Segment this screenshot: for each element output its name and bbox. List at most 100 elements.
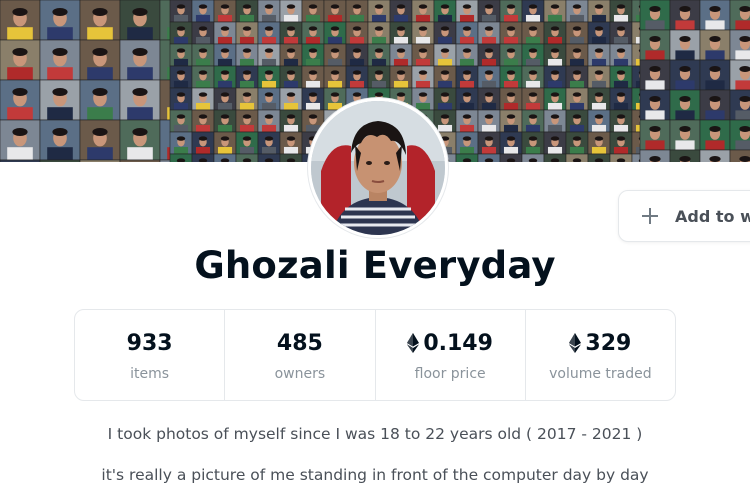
mosaic-photo-tile [191, 65, 215, 89]
mosaic-photo-tile [499, 43, 523, 67]
mosaic-photo-tile [0, 0, 41, 41]
mosaic-photo-tile [609, 131, 633, 155]
stat-value: 933 [127, 328, 173, 358]
mosaic-photo-tile [433, 43, 457, 67]
mosaic-photo-tile [279, 131, 303, 155]
mosaic-photo-tile [477, 87, 501, 111]
mosaic-photo-tile [565, 65, 589, 89]
mosaic-photo-tile [433, 0, 457, 23]
mosaic-photo-tile [587, 131, 611, 155]
add-to-watchlist-button[interactable]: Add to w [618, 190, 750, 242]
mosaic-photo-tile [565, 0, 589, 23]
mosaic-photo-tile [729, 29, 750, 61]
mosaic-photo-tile [279, 109, 303, 133]
collection-stats: 933 items 485 owners 0.149 floor price 3… [74, 309, 676, 401]
mosaic-photo-tile [477, 131, 501, 155]
mosaic-photo-tile [729, 59, 750, 91]
mosaic-photo-tile [521, 43, 545, 67]
mosaic-photo-tile [477, 21, 501, 45]
add-to-watchlist-label: Add to w [675, 206, 750, 226]
mosaic-photo-tile [565, 21, 589, 45]
mosaic-photo-tile [301, 87, 325, 111]
stat-volume-traded[interactable]: 329 volume traded [526, 310, 675, 400]
mosaic-photo-tile [669, 29, 701, 61]
mosaic-photo-tile [543, 21, 567, 45]
mosaic-photo-tile [477, 43, 501, 67]
mosaic-photo-tile [169, 21, 193, 45]
mosaic-photo-tile [257, 43, 281, 67]
mosaic-photo-tile [79, 119, 121, 161]
stat-label: items [130, 366, 170, 382]
mosaic-photo-tile [669, 149, 701, 162]
mosaic-photo-tile [257, 21, 281, 45]
mosaic-photo-tile [543, 131, 567, 155]
mosaic-photo-tile [729, 89, 750, 121]
mosaic-photo-tile [499, 65, 523, 89]
mosaic-photo-tile [669, 0, 701, 31]
stat-floor-price[interactable]: 0.149 floor price [376, 310, 526, 400]
mosaic-photo-tile [433, 21, 457, 45]
mosaic-photo-tile [345, 0, 369, 23]
stat-items[interactable]: 933 items [75, 310, 226, 400]
mosaic-photo-tile [39, 119, 81, 161]
mosaic-photo-tile [565, 43, 589, 67]
mosaic-photo-tile [213, 153, 237, 162]
mosaic-photo-tile [729, 119, 750, 151]
mosaic-photo-tile [587, 0, 611, 23]
mosaic-photo-tile [455, 153, 479, 162]
mosaic-photo-tile [499, 21, 523, 45]
mosaic-photo-tile [609, 109, 633, 133]
stat-label: owners [274, 366, 326, 382]
mosaic-photo-tile [191, 43, 215, 67]
mosaic-photo-tile [477, 0, 501, 23]
mosaic-photo-tile [587, 65, 611, 89]
mosaic-photo-tile [521, 65, 545, 89]
mosaic-photo-tile [729, 149, 750, 162]
mosaic-photo-tile [191, 87, 215, 111]
mosaic-photo-tile [235, 43, 259, 67]
mosaic-photo-tile [587, 153, 611, 162]
collection-avatar[interactable] [308, 98, 448, 238]
mosaic-photo-tile [565, 153, 589, 162]
mosaic-photo-tile [639, 59, 671, 91]
stat-number: 485 [276, 330, 323, 356]
mosaic-photo-tile [79, 159, 121, 162]
mosaic-photo-tile [639, 89, 671, 121]
mosaic-photo-tile [587, 21, 611, 45]
mosaic-photo-tile [301, 43, 325, 67]
mosaic-photo-tile [257, 87, 281, 111]
mosaic-photo-tile [191, 153, 215, 162]
mosaic-photo-tile [499, 87, 523, 111]
stat-number: 329 [585, 330, 632, 356]
stat-value: 485 [277, 328, 323, 358]
mosaic-photo-tile [609, 87, 633, 111]
mosaic-photo-tile [455, 109, 479, 133]
mosaic-photo-tile [543, 153, 567, 162]
mosaic-photo-tile [257, 0, 281, 23]
mosaic-photo-tile [169, 0, 193, 23]
mosaic-photo-tile [411, 65, 435, 89]
mosaic-photo-tile [477, 65, 501, 89]
mosaic-photo-tile [279, 43, 303, 67]
mosaic-photo-tile [521, 21, 545, 45]
mosaic-photo-tile [587, 87, 611, 111]
mosaic-photo-tile [669, 59, 701, 91]
mosaic-photo-tile [169, 65, 193, 89]
mosaic-photo-tile [235, 0, 259, 23]
mosaic-photo-tile [257, 109, 281, 133]
mosaic-photo-tile [169, 109, 193, 133]
mosaic-photo-tile [367, 43, 391, 67]
mosaic-photo-tile [39, 39, 81, 81]
mosaic-photo-tile [367, 0, 391, 23]
mosaic-photo-tile [191, 21, 215, 45]
mosaic-photo-tile [455, 21, 479, 45]
stat-owners[interactable]: 485 owners [225, 310, 376, 400]
mosaic-photo-tile [39, 79, 81, 121]
mosaic-photo-tile [609, 43, 633, 67]
mosaic-photo-tile [279, 65, 303, 89]
stat-label: floor price [414, 366, 486, 382]
mosaic-photo-tile [279, 0, 303, 23]
mosaic-photo-tile [191, 0, 215, 23]
mosaic-photo-tile [323, 43, 347, 67]
mosaic-photo-tile [119, 0, 161, 41]
